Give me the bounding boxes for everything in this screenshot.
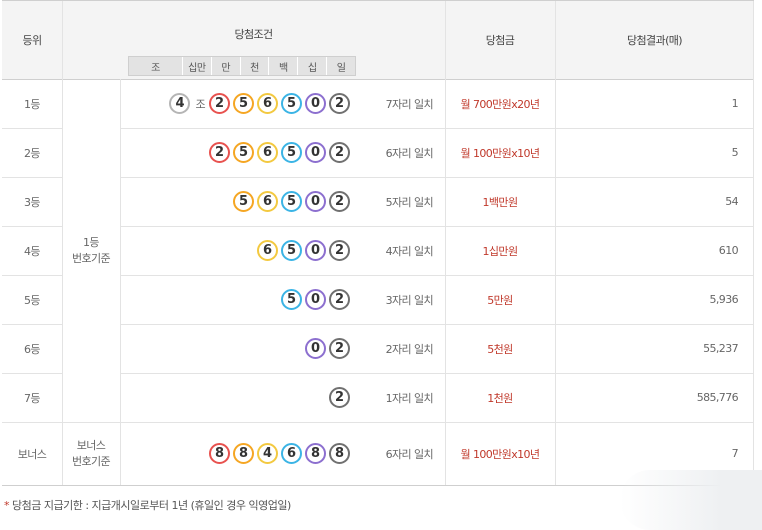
payment-deadline-note: * 당첨금 지급기한 : 지급개시일로부터 1년 (휴일인 경우 익영업일)	[4, 497, 291, 513]
digit-ball: 5	[281, 191, 302, 212]
match-rank-2: 6자리 일치	[385, 146, 434, 160]
digit-ball: 5	[233, 93, 254, 114]
match-rank-5: 3자리 일치	[385, 293, 434, 307]
digit-ball: 2	[329, 93, 350, 114]
count-rank-4: 610	[718, 244, 739, 257]
digit-ball: 8	[209, 443, 230, 464]
digit-ball: 6	[257, 240, 278, 261]
place-10: 십	[297, 57, 326, 75]
digit-ball: 0	[305, 142, 326, 163]
balls-rank-bonus: 8 8 4 6 8 8	[120, 422, 358, 485]
header-condition: 당첨조건	[234, 28, 273, 41]
balls-rank-6: 0 2	[120, 324, 358, 373]
balls-rank-4: 6 5 0 2	[120, 226, 358, 275]
balls-rank-3: 5 6 5 0 2	[120, 177, 358, 226]
match-rank-3: 5자리 일치	[385, 195, 434, 209]
digit-place-bar: 조 십만 만 천 백 십 일	[128, 56, 356, 76]
digit-ball: 0	[305, 191, 326, 212]
prize-rank-4: 1십만원	[482, 244, 519, 258]
digit-ball: 5	[233, 142, 254, 163]
count-rank-3: 54	[725, 195, 738, 208]
rank-4: 4등	[24, 244, 41, 258]
place-100k: 십만	[181, 57, 211, 75]
place-10k: 만	[210, 57, 240, 75]
count-rank-7: 585,776	[696, 391, 739, 404]
header-result: 당첨결과(매)	[627, 34, 683, 47]
rank-bonus: 보너스	[17, 447, 47, 461]
prize-rank-7: 1천원	[487, 391, 513, 405]
rank-1: 1등	[24, 97, 41, 111]
place-jo: 조	[151, 62, 160, 74]
jo-label: 조	[195, 97, 205, 111]
header-rank: 등위	[22, 34, 42, 47]
place-1k: 천	[239, 57, 269, 75]
digit-ball: 8	[233, 443, 254, 464]
prize-rank-3: 1백만원	[482, 195, 519, 209]
rank-3: 3등	[24, 195, 41, 209]
rank-2: 2등	[24, 146, 41, 160]
count-rank-5: 5,936	[709, 293, 739, 306]
balls-rank-5: 5 0 2	[120, 275, 358, 324]
prize-rank-1: 월 700만원x20년	[460, 97, 540, 111]
digit-ball: 2	[329, 289, 350, 310]
digit-ball: 0	[305, 289, 326, 310]
digit-ball: 6	[257, 191, 278, 212]
match-rank-6: 2자리 일치	[385, 342, 434, 356]
digit-ball: 2	[209, 142, 230, 163]
note-text: 당첨금 지급기한 : 지급개시일로부터 1년 (휴일인 경우 익영업일)	[12, 499, 291, 512]
balls-rank-1: 4 조 2 5 6 5 0 2	[120, 79, 358, 128]
digit-ball: 5	[281, 93, 302, 114]
digit-ball: 2	[329, 142, 350, 163]
prize-rank-bonus: 월 100만원x10년	[460, 447, 540, 461]
digit-ball: 6	[257, 93, 278, 114]
rank-5: 5등	[24, 293, 41, 307]
place-100: 백	[268, 57, 297, 75]
group-label-bonus-basis: 보너스 번호기준	[71, 438, 111, 468]
prize-rank-6: 5천원	[487, 342, 513, 356]
digit-ball: 5	[281, 142, 302, 163]
digit-ball: 0	[305, 338, 326, 359]
prize-rank-2: 월 100만원x10년	[460, 146, 540, 160]
jo-ball: 4	[169, 93, 191, 114]
place-1: 일	[326, 57, 355, 75]
count-rank-6: 55,237	[703, 342, 738, 355]
digit-ball: 0	[305, 93, 326, 114]
digit-ball: 0	[305, 240, 326, 261]
digit-ball: 5	[281, 240, 302, 261]
winning-results-table: 등위 당첨조건 당첨금 당첨결과(매) 조 십만 만 천 백 십 일 1등 번호…	[2, 0, 754, 486]
digit-ball: 6	[281, 443, 302, 464]
digit-ball: 2	[329, 387, 350, 408]
digit-ball: 4	[257, 443, 278, 464]
match-rank-7: 1자리 일치	[385, 391, 434, 405]
group-label-first-prize-basis: 1등 번호기준	[71, 235, 111, 265]
digit-ball: 6	[257, 142, 278, 163]
digit-ball: 5	[281, 289, 302, 310]
rank-7: 7등	[24, 391, 41, 405]
count-rank-1: 1	[731, 97, 739, 110]
digit-ball: 5	[233, 191, 254, 212]
count-rank-2: 5	[731, 146, 739, 159]
digit-ball: 8	[329, 443, 350, 464]
balls-rank-7: 2	[120, 373, 358, 422]
digit-ball: 8	[305, 443, 326, 464]
digit-ball: 2	[209, 93, 230, 114]
balls-rank-2: 2 5 6 5 0 2	[120, 128, 358, 177]
prize-rank-5: 5만원	[487, 293, 513, 307]
note-marker: *	[4, 499, 10, 512]
match-rank-1: 7자리 일치	[385, 97, 434, 111]
header-prize: 당첨금	[485, 34, 515, 47]
digit-ball: 2	[329, 338, 350, 359]
digit-ball: 2	[329, 240, 350, 261]
digit-ball: 2	[329, 191, 350, 212]
match-rank-4: 4자리 일치	[385, 244, 434, 258]
rank-6: 6등	[24, 342, 41, 356]
match-rank-bonus: 6자리 일치	[385, 447, 434, 461]
decorative-background-shape	[620, 470, 762, 530]
